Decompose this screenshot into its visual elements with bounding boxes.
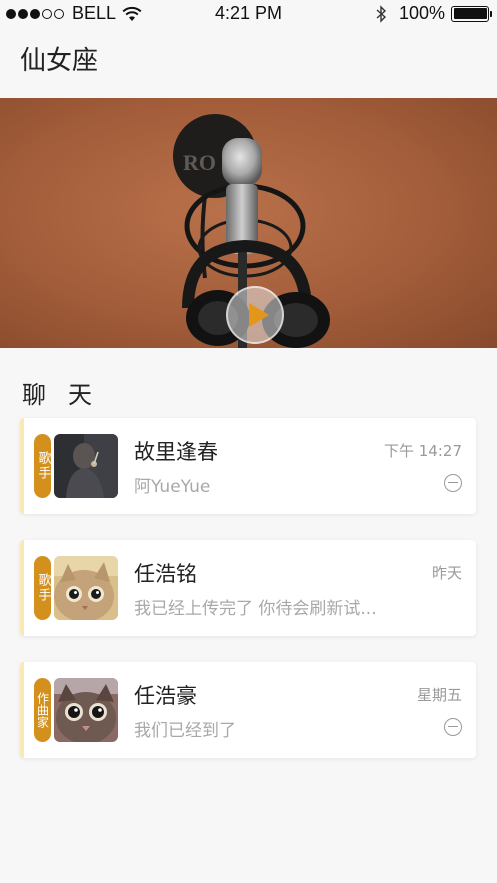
chat-time: 昨天 bbox=[431, 564, 462, 582]
mute-icon[interactable] bbox=[444, 718, 462, 736]
chat-list: 歌手 故里逢春 阿YueYue 下午 14:27 歌手 任浩铭 我已经上传完了 … bbox=[20, 418, 476, 784]
avatar[interactable] bbox=[54, 678, 118, 742]
chat-time: 星期五 bbox=[416, 686, 462, 704]
section-title-chat: 聊天 bbox=[22, 381, 114, 409]
hero-banner[interactable]: RO bbox=[0, 98, 497, 348]
battery-level bbox=[453, 8, 487, 19]
page-title: 仙女座 bbox=[20, 46, 99, 76]
accent-bar bbox=[20, 418, 24, 514]
chat-name: 任浩铭 bbox=[134, 562, 197, 586]
cat-photo bbox=[54, 678, 118, 742]
play-button[interactable] bbox=[226, 286, 284, 344]
bluetooth-icon bbox=[376, 4, 386, 23]
mute-icon[interactable] bbox=[444, 474, 462, 492]
role-tag: 歌手 bbox=[34, 556, 51, 620]
chat-item[interactable]: 歌手 故里逢春 阿YueYue 下午 14:27 bbox=[20, 418, 476, 514]
battery-icon bbox=[451, 5, 492, 22]
chat-item[interactable]: 作曲家 任浩豪 我们已经到了 星期五 bbox=[20, 662, 476, 758]
status-right: 100% bbox=[375, 3, 492, 24]
chat-preview: 我已经上传完了 你待会刷新试... bbox=[134, 599, 377, 619]
role-tag: 歌手 bbox=[34, 434, 51, 498]
person-photo bbox=[54, 434, 118, 498]
cat-photo bbox=[54, 556, 118, 620]
avatar[interactable] bbox=[54, 556, 118, 620]
chat-preview: 我们已经到了 bbox=[134, 721, 236, 741]
accent-bar bbox=[20, 540, 24, 636]
avatar[interactable] bbox=[54, 434, 118, 498]
chat-name: 故里逢春 bbox=[134, 440, 218, 464]
role-tag: 作曲家 bbox=[34, 678, 51, 742]
chat-name: 任浩豪 bbox=[134, 684, 197, 708]
chat-time: 下午 14:27 bbox=[384, 442, 462, 460]
battery-percent: 100% bbox=[398, 3, 445, 23]
chat-item[interactable]: 歌手 任浩铭 我已经上传完了 你待会刷新试... 昨天 bbox=[20, 540, 476, 636]
chat-preview: 阿YueYue bbox=[134, 477, 211, 497]
accent-bar bbox=[20, 662, 24, 758]
status-bar: BELL 4:21 PM 100% bbox=[0, 0, 497, 28]
svg-text:RO: RO bbox=[183, 150, 216, 175]
